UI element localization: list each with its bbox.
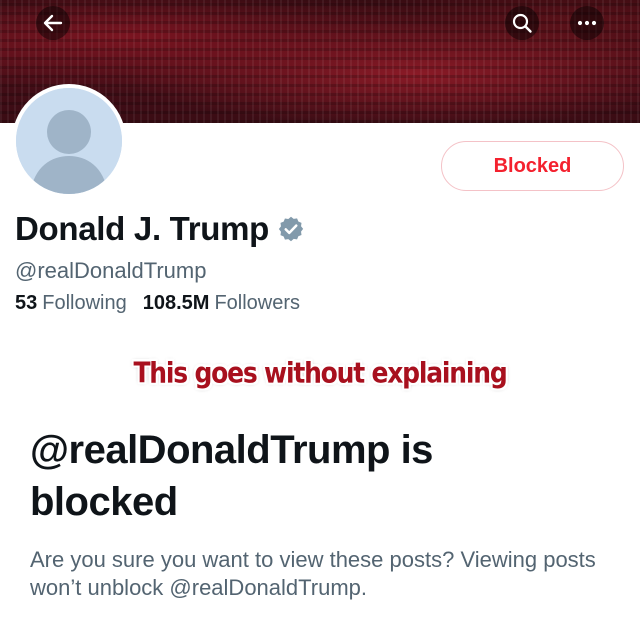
search-button[interactable] [505,6,539,40]
back-button[interactable] [36,6,70,40]
arrow-left-icon [43,14,63,32]
blocked-notice-title: @realDonaldTrump is blocked [30,428,433,524]
following-stat[interactable]: 53 Following [15,292,127,315]
avatar-placeholder-icon [16,88,122,194]
blocked-button[interactable]: Blocked [441,141,624,191]
following-count: 53 [15,292,38,314]
verified-badge-icon[interactable] [277,215,305,243]
followers-label: Followers [214,292,301,314]
profile-page: Blocked Donald J. Trump @realDonaldTrump… [0,0,640,640]
followers-count: 108.5M [142,292,210,314]
display-name-row: Donald J. Trump [15,210,305,248]
followers-stat[interactable]: 108.5M Followers [143,292,300,315]
display-name: Donald J. Trump [15,210,270,247]
search-icon [512,13,532,33]
more-button[interactable] [570,6,604,40]
profile-avatar[interactable] [12,84,126,198]
blocked-notice-description: Are you sure you want to view these post… [30,547,596,600]
profile-stats: 53 Following 108.5M Followers [15,292,300,315]
following-label: Following [42,292,127,314]
more-horizontal-icon [577,20,597,26]
overlay-caption: This goes without explaining [133,355,507,390]
profile-handle: @realDonaldTrump [15,258,207,283]
